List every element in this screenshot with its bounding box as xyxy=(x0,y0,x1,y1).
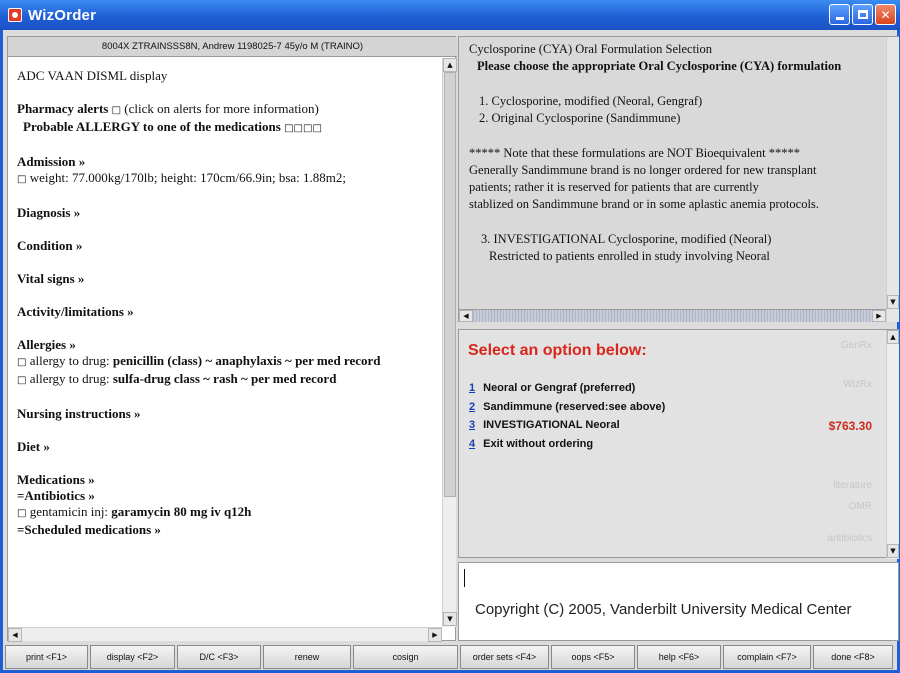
select-option-heading: Select an option below: xyxy=(468,342,647,359)
allergy-warning: Probable ALLERGY to one of the medicatio… xyxy=(23,119,322,134)
scroll-up-arrow-icon[interactable]: ▲ xyxy=(443,58,457,72)
allergy-item-1: □ allergy to drug: penicillin (class) ~ … xyxy=(17,353,381,368)
medication-item-gentamicin: □ gentamicin inj: garamycin 80 mg iv q12… xyxy=(17,504,252,519)
scroll-down-arrow-icon[interactable]: ▼ xyxy=(887,544,899,558)
section-condition[interactable]: Condition » xyxy=(17,238,442,254)
right-top-vertical-scrollbar[interactable]: ▼ xyxy=(886,37,899,322)
section-activity[interactable]: Activity/limitations » xyxy=(17,304,442,320)
option-item-4[interactable]: 4 Exit without ordering xyxy=(469,438,593,450)
maximize-icon xyxy=(857,10,868,19)
link-omr[interactable]: OMR xyxy=(849,501,872,512)
window-controls: ✕ xyxy=(829,4,896,25)
section-admission[interactable]: Admission » xyxy=(17,154,442,170)
scroll-left-arrow-icon[interactable]: ◀ xyxy=(459,310,473,322)
cya-note-line-3: patients; rather it is reserved for pati… xyxy=(469,180,759,194)
bullet-box-icon: □ xyxy=(17,508,27,519)
price-label: $763.30 xyxy=(828,419,872,433)
function-key-toolbar: print <F1> display <F2> D/C <F3> renew c… xyxy=(3,644,897,670)
section-antibiotics[interactable]: =Antibiotics » xyxy=(17,488,442,504)
cya-option-3: 3. INVESTIGATIONAL Cyclosporine, modifie… xyxy=(481,232,772,246)
link-genrx[interactable]: GenRx xyxy=(841,340,872,351)
maximize-button[interactable] xyxy=(852,4,873,25)
cya-option-1: 1. Cyclosporine, modified (Neoral, Gengr… xyxy=(479,94,703,108)
option-selection-panel: Select an option below: 1 Neoral or Gengr… xyxy=(458,329,899,559)
link-antibiotics[interactable]: antibiotics xyxy=(828,533,872,544)
dc-button[interactable]: D/C <F3> xyxy=(177,645,261,669)
done-button[interactable]: done <F8> xyxy=(813,645,893,669)
scroll-up-arrow-icon[interactable]: ▲ xyxy=(887,330,899,344)
section-diet[interactable]: Diet » xyxy=(17,439,442,455)
print-button[interactable]: print <F1> xyxy=(5,645,88,669)
display-button[interactable]: display <F2> xyxy=(90,645,175,669)
renew-button[interactable]: renew xyxy=(263,645,351,669)
display-title: ADC VAAN DISML display xyxy=(17,68,168,83)
option-item-3[interactable]: 3 INVESTIGATIONAL Neoral xyxy=(469,419,620,431)
complain-button[interactable]: complain <F7> xyxy=(723,645,811,669)
scroll-thumb[interactable] xyxy=(444,72,456,497)
cya-note-line-2: Generally Sandimmune brand is no longer … xyxy=(469,163,817,177)
window-title: WizOrder xyxy=(28,6,97,24)
link-wizrx[interactable]: WizRx xyxy=(843,379,872,390)
title-bar[interactable]: WizOrder ✕ xyxy=(0,0,900,30)
cya-prompt: Please choose the appropriate Oral Cyclo… xyxy=(477,59,842,73)
section-diagnosis[interactable]: Diagnosis » xyxy=(17,205,442,221)
cya-note-line-1: ***** Note that these formulations are N… xyxy=(469,146,800,160)
bullet-box-icon: □ xyxy=(17,174,27,185)
patient-display-panel: 8004X ZTRAINSSS8N, Andrew 1198025-7 45y/… xyxy=(7,36,457,642)
cya-note-line-4: stablized on Sandimmune brand or in some… xyxy=(469,197,819,211)
cya-option-3-note: Restricted to patients enrolled in study… xyxy=(489,249,770,263)
section-scheduled-medications[interactable]: =Scheduled medications » xyxy=(17,522,442,538)
section-nursing[interactable]: Nursing instructions » xyxy=(17,406,442,422)
cya-title: Cyclosporine (CYA) Oral Formulation Sele… xyxy=(469,42,713,56)
option-item-1[interactable]: 1 Neoral or Gengraf (preferred) xyxy=(469,382,635,394)
scroll-down-arrow-icon[interactable]: ▼ xyxy=(887,295,899,309)
left-horizontal-scrollbar[interactable]: ◀ ▶ xyxy=(8,627,442,642)
help-button[interactable]: help <F6> xyxy=(637,645,721,669)
oops-button[interactable]: oops <F5> xyxy=(551,645,635,669)
allergy-glyphs: □□□□ xyxy=(284,123,322,134)
allergy-item-2: □ allergy to drug: sulfa-drug class ~ ra… xyxy=(17,371,337,386)
option-selection-content: Select an option below: 1 Neoral or Gengr… xyxy=(459,330,886,559)
right-top-horizontal-scrollbar[interactable]: ◀ ▶ xyxy=(459,309,886,322)
close-icon: ✕ xyxy=(880,7,891,22)
scroll-down-arrow-icon[interactable]: ▼ xyxy=(443,612,457,626)
scroll-right-arrow-icon[interactable]: ▶ xyxy=(428,628,442,642)
order-sets-button[interactable]: order sets <F4> xyxy=(460,645,549,669)
copyright-text: Copyright (C) 2005, Vanderbilt Universit… xyxy=(475,601,852,618)
close-button[interactable]: ✕ xyxy=(875,4,896,25)
left-vertical-scrollbar[interactable]: ▲ ▼ xyxy=(442,58,457,627)
alert-box-icon[interactable]: □ xyxy=(112,105,121,116)
option-item-2[interactable]: 2 Sandimmune (reserved:see above) xyxy=(469,401,665,413)
app-icon xyxy=(8,8,22,22)
scroll-left-arrow-icon[interactable]: ◀ xyxy=(8,628,22,642)
section-medications[interactable]: Medications » xyxy=(17,472,442,488)
cya-info-panel: Cyclosporine (CYA) Oral Formulation Sele… xyxy=(458,36,899,322)
minimize-button[interactable] xyxy=(829,4,850,25)
patient-header: 8004X ZTRAINSSS8N, Andrew 1198025-7 45y/… xyxy=(8,37,457,57)
pharmacy-alerts[interactable]: Pharmacy alerts □ (click on alerts for m… xyxy=(17,101,442,119)
text-cursor xyxy=(464,569,465,587)
patient-display-content: ADC VAAN DISML display Pharmacy alerts □… xyxy=(8,58,442,627)
cya-info-content: Cyclosporine (CYA) Oral Formulation Sele… xyxy=(459,37,886,309)
minimize-icon xyxy=(835,17,844,20)
section-vital-signs[interactable]: Vital signs » xyxy=(17,271,442,287)
bullet-box-icon: □ xyxy=(17,357,27,368)
cya-option-2: 2. Original Cyclosporine (Sandimmune) xyxy=(479,111,681,125)
scroll-right-arrow-icon[interactable]: ▶ xyxy=(872,310,886,322)
section-allergies[interactable]: Allergies » xyxy=(17,337,442,353)
cosign-button[interactable]: cosign xyxy=(353,645,458,669)
bullet-box-icon: □ xyxy=(17,375,27,386)
admission-line: □ weight: 77.000kg/170lb; height: 170cm/… xyxy=(17,170,347,185)
order-entry-area[interactable]: Copyright (C) 2005, Vanderbilt Universit… xyxy=(458,562,899,641)
right-mid-vertical-scrollbar[interactable]: ▲ ▼ xyxy=(886,330,899,559)
link-literature[interactable]: literature xyxy=(833,480,872,491)
